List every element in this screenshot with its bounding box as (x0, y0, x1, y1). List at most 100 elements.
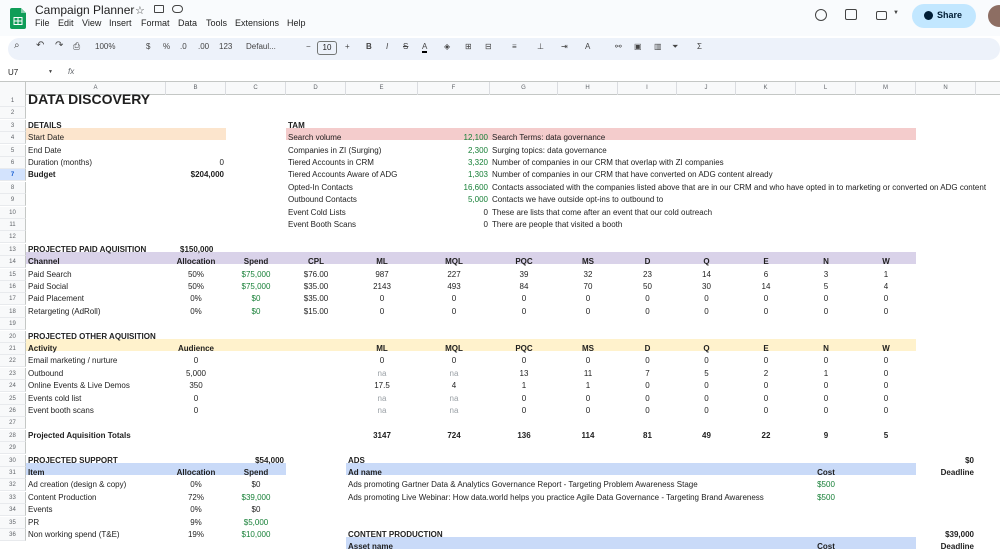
column-header-n[interactable]: N (916, 82, 976, 95)
paid-cell[interactable]: $35.00 (288, 281, 344, 293)
other-cell[interactable]: 0 (492, 393, 556, 405)
increase-decimal-button[interactable]: .00 (198, 42, 209, 51)
other-column-header[interactable]: PQC (492, 343, 556, 355)
align-vertical-icon[interactable]: ⊥ (537, 42, 544, 51)
row-header-12[interactable]: 12 (0, 231, 26, 244)
content-header[interactable]: CONTENT PRODUCTION (348, 529, 544, 541)
comments-icon[interactable] (845, 9, 857, 20)
support-header[interactable]: PROJECTED SUPPORT (28, 455, 164, 467)
row-header-30[interactable]: 30 (0, 454, 26, 467)
support-budget[interactable]: $54,000 (228, 455, 284, 467)
other-cell[interactable]: na (348, 368, 416, 380)
support-cell[interactable]: Content Production (28, 492, 164, 504)
ads-header[interactable]: ADS (348, 455, 444, 467)
row-header-14[interactable]: 14 (0, 256, 26, 269)
paid-cell[interactable]: 2143 (348, 281, 416, 293)
menu-insert[interactable]: Insert (109, 18, 132, 28)
paid-column-header[interactable]: CPL (288, 256, 344, 268)
paid-cell[interactable]: 0 (738, 306, 794, 318)
formula-input[interactable] (85, 67, 985, 79)
paid-cell[interactable]: 1 (858, 269, 914, 281)
font-select[interactable]: Defaul... (246, 42, 276, 51)
paid-cell[interactable]: Paid Placement (28, 293, 164, 305)
tam-note[interactable]: There are people that visited a booth (492, 219, 988, 231)
paid-cell[interactable]: $75,000 (228, 281, 284, 293)
other-cell[interactable]: 0 (798, 355, 854, 367)
details-label[interactable]: Duration (months) (28, 157, 164, 169)
other-cell[interactable]: 0 (738, 355, 794, 367)
other-cell[interactable]: 1 (560, 380, 616, 392)
other-column-header[interactable]: Activity (28, 343, 164, 355)
menu-format[interactable]: Format (141, 18, 170, 28)
other-cell[interactable]: 0 (168, 405, 224, 417)
other-cell[interactable]: 5,000 (168, 368, 224, 380)
row-header-36[interactable]: 36 (0, 529, 26, 541)
insert-comment-icon[interactable]: ▣ (634, 42, 642, 51)
paid-cell[interactable]: 0 (738, 293, 794, 305)
paid-cell[interactable]: Retargeting (AdRoll) (28, 306, 164, 318)
row-header-3[interactable]: 3 (0, 119, 26, 132)
tam-label[interactable]: Event Cold Lists (288, 207, 424, 219)
totals-cell[interactable]: 724 (420, 430, 488, 442)
ads-cell[interactable]: $500 (798, 492, 854, 504)
other-column-header[interactable]: E (738, 343, 794, 355)
row-header-18[interactable]: 18 (0, 305, 26, 318)
other-cell[interactable]: 0 (168, 355, 224, 367)
details-value[interactable] (168, 132, 224, 144)
paid-cell[interactable]: 227 (420, 269, 488, 281)
row-header-16[interactable]: 16 (0, 281, 26, 293)
column-header-f[interactable]: F (418, 82, 490, 95)
support-column-header[interactable]: Item (28, 467, 164, 479)
other-cell[interactable]: 7 (620, 368, 675, 380)
other-cell[interactable]: 4 (420, 380, 488, 392)
paid-cell[interactable]: 0% (168, 306, 224, 318)
row-header-9[interactable]: 9 (0, 194, 26, 207)
tam-value[interactable]: 0 (420, 207, 488, 219)
other-column-header[interactable]: W (858, 343, 914, 355)
paid-cell[interactable]: 5 (798, 281, 854, 293)
row-header-22[interactable]: 22 (0, 355, 26, 368)
row-header-31[interactable]: 31 (0, 467, 26, 479)
row-header-20[interactable]: 20 (0, 330, 26, 343)
ads-column-header[interactable]: Ad name (348, 467, 644, 479)
currency-format-button[interactable]: $ (146, 42, 150, 51)
font-decrease-button[interactable]: − (306, 42, 311, 51)
paid-cell[interactable]: 0 (798, 306, 854, 318)
row-header-26[interactable]: 26 (0, 405, 26, 417)
paid-cell[interactable]: 50% (168, 281, 224, 293)
paid-cell[interactable]: 493 (420, 281, 488, 293)
ads-cell[interactable]: $500 (798, 479, 854, 491)
other-cell[interactable]: 0 (798, 393, 854, 405)
other-cell[interactable]: 0 (679, 393, 734, 405)
tam-note[interactable]: Number of companies in our CRM that over… (492, 157, 988, 169)
totals-cell[interactable]: 5 (858, 430, 914, 442)
totals-cell[interactable]: 3147 (348, 430, 416, 442)
other-cell[interactable]: 0 (679, 380, 734, 392)
paid-cell[interactable]: 70 (560, 281, 616, 293)
row-header-19[interactable]: 19 (0, 318, 26, 331)
paid-column-header[interactable]: ML (348, 256, 416, 268)
tam-label[interactable]: Opted-In Contacts (288, 182, 424, 194)
undo-icon[interactable]: ↶ (36, 40, 44, 51)
content-column-header[interactable]: Cost (798, 541, 854, 553)
support-cell[interactable]: 0% (168, 479, 224, 491)
row-header-11[interactable]: 11 (0, 219, 26, 231)
details-value[interactable] (168, 145, 224, 157)
paid-cell[interactable]: $0 (228, 306, 284, 318)
paid-cell[interactable]: 23 (620, 269, 675, 281)
other-column-header[interactable]: D (620, 343, 675, 355)
text-color-button[interactable]: A (422, 42, 428, 53)
row-header-32[interactable]: 32 (0, 479, 26, 492)
sheet-title[interactable]: DATA DISCOVERY (28, 92, 424, 109)
paid-cell[interactable]: $15.00 (288, 306, 344, 318)
row-header-4[interactable]: 4 (0, 132, 26, 145)
other-cell[interactable]: na (420, 405, 488, 417)
other-cell[interactable]: 5 (679, 368, 734, 380)
print-icon[interactable]: ⎙ (73, 41, 80, 52)
sheets-logo-icon[interactable] (10, 8, 26, 29)
support-cell[interactable]: 0% (168, 504, 224, 516)
totals-cell[interactable]: 9 (798, 430, 854, 442)
other-cell[interactable]: 0 (679, 355, 734, 367)
font-increase-button[interactable]: + (345, 42, 350, 51)
tam-value[interactable]: 0 (420, 219, 488, 231)
